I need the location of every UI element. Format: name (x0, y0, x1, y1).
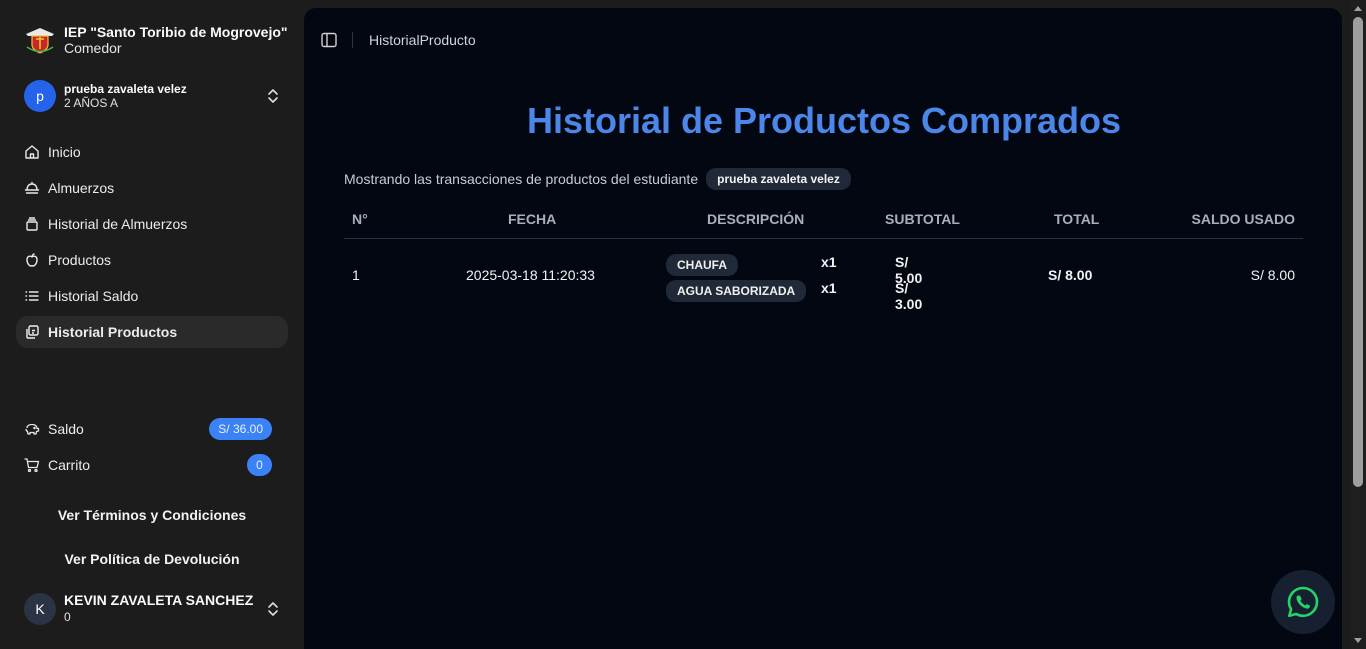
student-avatar: p (24, 80, 56, 112)
sidebar-item-productos[interactable]: Productos (16, 244, 288, 276)
products-table: N° FECHA DESCRIPCIÓN SUBTOTAL TOTAL SALD… (344, 204, 1303, 312)
student-name: prueba zavaleta velez (64, 82, 187, 96)
main-panel: HistorialProducto Historial de Productos… (304, 8, 1342, 649)
sidebar-item-label: Historial de Almuerzos (48, 216, 188, 232)
home-icon (25, 145, 39, 159)
sidebar: IEP "Santo Toribio de Mogrovejo" Comedor… (0, 0, 304, 649)
sidebar-item-historial-saldo[interactable]: Historial Saldo (16, 280, 288, 312)
return-policy-link[interactable]: Ver Política de Devolución (0, 551, 304, 567)
col-date: FECHA (508, 211, 557, 227)
col-subtotal: SUBTOTAL (885, 211, 960, 227)
breadcrumb[interactable]: HistorialProducto (369, 32, 476, 48)
product-item: AGUA SABORIZADA x1 S/ 3.00 (666, 273, 922, 312)
chevrons-up-down-icon (268, 89, 278, 103)
list-icon (25, 291, 39, 301)
chevrons-up-down-icon (268, 602, 278, 616)
scroll-down-arrow-icon[interactable] (1354, 638, 1362, 643)
row-saldo-usado: S/ 8.00 (1250, 267, 1295, 283)
student-badge: prueba zavaleta velez (706, 168, 851, 190)
sidebar-item-label: Almuerzos (48, 180, 115, 196)
user-subtext: 0 (64, 610, 71, 624)
cart-row[interactable]: Carrito 0 (16, 449, 288, 481)
history-icon (26, 217, 38, 231)
copy-icon (26, 325, 39, 339)
product-qty: x1 (821, 254, 837, 270)
apple-icon (26, 253, 38, 267)
student-grade: 2 AÑOS A (64, 96, 119, 110)
user-menu[interactable]: K KEVIN ZAVALETA SANCHEZ 0 (24, 592, 280, 625)
page-title: Historial de Productos Comprados (526, 100, 1122, 141)
sidebar-item-label: Inicio (48, 144, 81, 160)
product-subtotal: S/ 3.00 (895, 280, 923, 312)
cart-label: Carrito (48, 457, 91, 473)
row-total: S/ 8.00 (1048, 267, 1093, 283)
whatsapp-button[interactable] (1271, 570, 1335, 634)
piggy-bank-icon (25, 423, 40, 435)
sidebar-toggle-icon[interactable] (320, 31, 338, 49)
product-list: CHAUFA x1 S/ 5.00 AGUA SABORIZADA x1 S/ … (666, 247, 922, 312)
user-avatar: K (24, 593, 56, 625)
balance-row[interactable]: Saldo S/ 36.00 (16, 413, 288, 445)
scroll-thumb[interactable] (1353, 17, 1363, 487)
sidebar-item-label: Historial Saldo (48, 288, 139, 304)
table-row: 1 2025-03-18 11:20:33 CHAUFA x1 S/ 5.00 … (344, 239, 1303, 312)
cart-icon (24, 458, 40, 473)
table-header: N° FECHA DESCRIPCIÓN SUBTOTAL TOTAL SALD… (344, 204, 1303, 239)
product-qty: x1 (821, 280, 837, 296)
lunch-icon (24, 181, 40, 194)
sidebar-item-almuerzos[interactable]: Almuerzos (16, 172, 288, 204)
sidebar-nav: Inicio Almuerzos Historial de Almuerzos … (16, 136, 288, 352)
sidebar-item-label: Productos (48, 252, 112, 268)
school-crest-icon (26, 28, 54, 54)
brand[interactable]: IEP "Santo Toribio de Mogrovejo" Comedor (24, 24, 288, 56)
row-num: 1 (352, 267, 360, 283)
sidebar-item-historial-productos[interactable]: Historial Productos (16, 316, 288, 348)
subtitle-text: Mostrando las transacciones de productos… (344, 171, 699, 187)
sidebar-item-label: Historial Productos (48, 324, 178, 340)
brand-subtitle: Comedor (64, 40, 122, 56)
product-item: CHAUFA x1 S/ 5.00 (666, 247, 922, 286)
balance-label: Saldo (48, 421, 84, 437)
balance-badge: S/ 36.00 (209, 418, 272, 440)
sidebar-item-historial-almuerzos[interactable]: Historial de Almuerzos (16, 208, 288, 240)
page-subtitle: Mostrando las transacciones de productos… (344, 168, 851, 190)
topbar: HistorialProducto (320, 28, 476, 52)
row-date: 2025-03-18 11:20:33 (466, 267, 595, 283)
scrollbar[interactable] (1350, 0, 1366, 649)
scroll-up-arrow-icon[interactable] (1354, 6, 1362, 11)
cart-count-badge: 0 (247, 454, 272, 476)
brand-title: IEP "Santo Toribio de Mogrovejo" (64, 24, 288, 40)
sidebar-item-inicio[interactable]: Inicio (16, 136, 288, 168)
col-used: SALDO USADO (1191, 211, 1295, 227)
col-desc: DESCRIPCIÓN (707, 211, 805, 227)
product-name-badge: AGUA SABORIZADA (666, 280, 807, 302)
divider (352, 32, 353, 48)
col-total: TOTAL (1054, 211, 1100, 227)
terms-link[interactable]: Ver Términos y Condiciones (0, 507, 304, 523)
col-num: N° (352, 211, 368, 227)
user-name: KEVIN ZAVALETA SANCHEZ (64, 592, 254, 608)
student-switcher[interactable]: p prueba zavaleta velez 2 AÑOS A (24, 80, 280, 112)
whatsapp-icon (1287, 586, 1319, 618)
